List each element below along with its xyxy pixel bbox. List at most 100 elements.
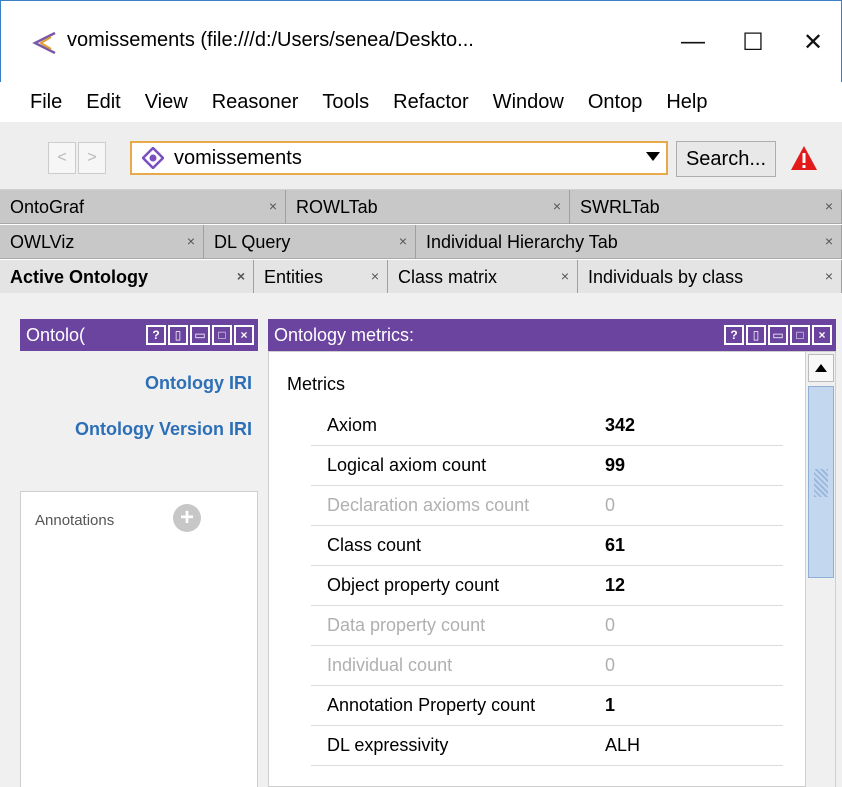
metric-name: Class count [327, 535, 422, 555]
ontology-selector[interactable]: vomissements [130, 141, 668, 175]
warning-icon[interactable] [790, 144, 818, 172]
help-icon[interactable]: ? [724, 325, 744, 345]
tab-individuals-by-class[interactable]: Individuals by class × [578, 260, 842, 294]
menu-tools[interactable]: Tools [310, 91, 381, 114]
metric-row: Class count 61 [311, 526, 783, 566]
ontology-iri-label[interactable]: Ontology IRI [145, 373, 252, 394]
toolbar: < > vomissements Search... [0, 122, 842, 190]
search-button[interactable]: Search... [676, 141, 776, 177]
float-view-icon[interactable]: □ [212, 325, 232, 345]
dropdown-arrow-icon[interactable] [646, 152, 660, 161]
menu-reasoner[interactable]: Reasoner [200, 91, 311, 114]
window-title: vomissements (file:///d:/Users/senea/Des… [67, 29, 474, 51]
menu-help[interactable]: Help [654, 91, 719, 114]
forward-button[interactable]: > [78, 142, 106, 174]
metric-row: Declaration axioms count 0 [311, 486, 783, 526]
close-tab-icon[interactable]: × [237, 268, 245, 284]
close-button[interactable]: ✕ [783, 21, 842, 63]
ontology-metrics-view-header: Ontology metrics: ? ▯ ▭ □ × [268, 319, 836, 351]
menu-refactor[interactable]: Refactor [381, 91, 481, 114]
metric-name: DL expressivity [327, 735, 449, 755]
tab-individual-hierarchy[interactable]: Individual Hierarchy Tab × [416, 225, 842, 259]
tab-row-2: OWLViz × DL Query × Individual Hierarchy… [0, 225, 842, 259]
metric-value: 0 [605, 655, 616, 675]
metric-name: Declaration axioms count [327, 495, 530, 515]
tab-row-3: Active Ontology × Entities × Class matri… [0, 260, 842, 294]
vertical-scrollbar[interactable] [805, 352, 835, 787]
tab-entities[interactable]: Entities × [254, 260, 388, 294]
maximize-button[interactable]: ☐ [723, 21, 783, 63]
scroll-thumb[interactable] [808, 386, 834, 578]
menu-edit[interactable]: Edit [74, 91, 132, 114]
metric-row: Axiom 342 [311, 406, 783, 446]
tab-dl-query[interactable]: DL Query × [204, 225, 416, 259]
close-tab-icon[interactable]: × [399, 233, 407, 249]
tab-label: Individual Hierarchy Tab [426, 231, 618, 252]
view-title: Ontology metrics: [274, 324, 415, 345]
scroll-up-button[interactable] [808, 354, 834, 382]
workspace: Ontolo( ? ▯ ▭ □ × Ontology metrics: ? ▯ … [0, 293, 842, 787]
tab-label: ROWLTab [296, 196, 378, 217]
metric-value: 99 [605, 455, 626, 475]
close-view-icon[interactable]: × [234, 325, 254, 345]
metric-row: Logical axiom count 99 [311, 446, 783, 486]
minimize-button[interactable]: — [663, 21, 723, 63]
help-icon[interactable]: ? [146, 325, 166, 345]
close-tab-icon[interactable]: × [825, 268, 833, 284]
tab-owlviz[interactable]: OWLViz × [0, 225, 204, 259]
ontology-header-panel: Ontology IRI Ontology Version IRI Annota… [20, 351, 258, 787]
metric-value: 342 [605, 415, 636, 435]
metric-name: Individual count [327, 655, 453, 675]
tab-label: SWRLTab [580, 196, 660, 217]
ontology-version-iri-label[interactable]: Ontology Version IRI [75, 419, 252, 440]
metric-row: DL expressivity ALH [311, 726, 783, 766]
tab-label: Active Ontology [10, 266, 149, 287]
close-tab-icon[interactable]: × [825, 233, 833, 249]
metric-name: Object property count [327, 575, 500, 595]
metrics-table: Axiom 342 Logical axiom count 99 Declara… [311, 406, 783, 766]
ontology-header-view-header: Ontolo( ? ▯ ▭ □ × [20, 319, 258, 351]
split-vertical-icon[interactable]: ▯ [746, 325, 766, 345]
close-tab-icon[interactable]: × [269, 198, 277, 214]
split-horizontal-icon[interactable]: ▭ [190, 325, 210, 345]
menu-bar: File Edit View Reasoner Tools Refactor W… [0, 82, 842, 122]
tab-class-matrix[interactable]: Class matrix × [388, 260, 578, 294]
tab-label: Entities [264, 266, 324, 287]
title-bar: vomissements (file:///d:/Users/senea/Des… [0, 0, 842, 82]
split-vertical-icon[interactable]: ▯ [168, 325, 188, 345]
tab-label: Class matrix [398, 266, 498, 287]
close-tab-icon[interactable]: × [561, 268, 569, 284]
tab-label: Individuals by class [588, 266, 744, 287]
menu-file[interactable]: File [0, 91, 74, 114]
split-horizontal-icon[interactable]: ▭ [768, 325, 788, 345]
float-view-icon[interactable]: □ [790, 325, 810, 345]
metric-name: Logical axiom count [327, 455, 487, 475]
add-annotation-icon[interactable]: + [173, 504, 201, 532]
tab-ontograf[interactable]: OntoGraf × [0, 190, 286, 224]
close-tab-icon[interactable]: × [371, 268, 379, 284]
tab-active-ontology[interactable]: Active Ontology × [0, 260, 254, 294]
tab-row-1: OntoGraf × ROWLTab × SWRLTab × [0, 190, 842, 224]
close-tab-icon[interactable]: × [187, 233, 195, 249]
metric-name: Annotation Property count [327, 695, 536, 715]
menu-ontop[interactable]: Ontop [576, 91, 654, 114]
view-controls: ? ▯ ▭ □ × [724, 325, 832, 345]
annotations-label: Annotations [35, 512, 115, 529]
close-view-icon[interactable]: × [812, 325, 832, 345]
back-button[interactable]: < [48, 142, 76, 174]
view-title: Ontolo( [26, 324, 86, 345]
tab-label: OWLViz [10, 231, 75, 252]
close-tab-icon[interactable]: × [553, 198, 561, 214]
close-tab-icon[interactable]: × [825, 198, 833, 214]
metric-row: Object property count 12 [311, 566, 783, 606]
metric-row: Data property count 0 [311, 606, 783, 646]
ontology-name: vomissements [174, 146, 302, 169]
menu-window[interactable]: Window [481, 91, 576, 114]
ontology-diamond-icon [142, 147, 164, 169]
tab-swrltab[interactable]: SWRLTab × [570, 190, 842, 224]
metric-row: Individual count 0 [311, 646, 783, 686]
metric-row: Annotation Property count 1 [311, 686, 783, 726]
menu-view[interactable]: View [133, 91, 200, 114]
tab-rowltab[interactable]: ROWLTab × [286, 190, 570, 224]
ontology-metrics-panel: Metrics Axiom 342 Logical axiom count 99… [268, 351, 836, 787]
